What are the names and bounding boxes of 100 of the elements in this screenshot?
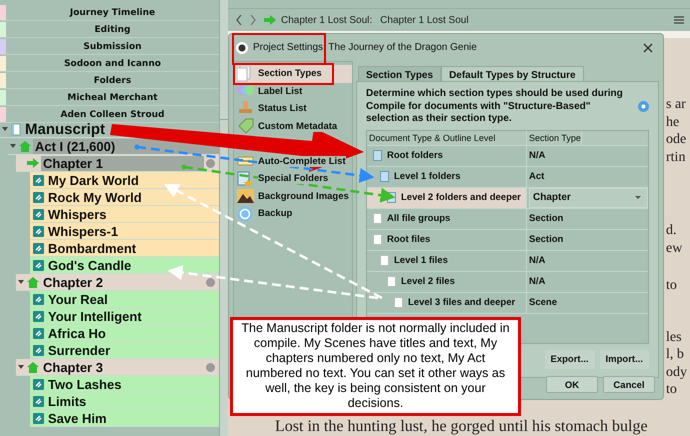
binder-item[interactable]: Chapter 2	[16, 274, 219, 291]
settings-nav-item[interactable]: Auto-Complete List	[234, 152, 352, 170]
scrollbar[interactable]	[219, 0, 228, 119]
binder-item[interactable]: Limits	[30, 393, 219, 410]
binder-item[interactable]: My Dark World	[30, 172, 219, 189]
status-dot-icon	[206, 362, 215, 372]
collection-item[interactable]: Micheal Merchant	[0, 90, 219, 106]
panel-button[interactable]: Export...	[544, 350, 595, 368]
table-cell[interactable]: Level 2 files	[367, 272, 527, 292]
text-line: Lost in the hunting lust, he gorged until his stomach bulge	[275, 418, 649, 434]
binder-item[interactable]: Rock My World	[30, 189, 219, 206]
text-line: to	[666, 381, 678, 398]
binder-item[interactable]: Bombardment	[30, 240, 219, 257]
binder-item[interactable]: Chapter 3	[16, 359, 219, 376]
text-line: rtin	[666, 148, 686, 166]
close-icon	[643, 42, 653, 52]
document-title[interactable]: Chapter 1 Lost Soul	[380, 14, 469, 26]
collection-label: Micheal Merchant	[66, 92, 159, 102]
scrollbar[interactable]	[219, 120, 228, 436]
app-logo-icon	[236, 42, 248, 54]
binder-item[interactable]: Surrender	[30, 342, 219, 359]
table-cell-text: N/A	[528, 149, 546, 163]
binder-item[interactable]: Save Him	[30, 410, 219, 427]
forward-icon	[250, 15, 256, 25]
dialog-button[interactable]: Cancel	[603, 376, 655, 393]
tab[interactable]: Section Types	[358, 66, 442, 81]
table-cell-text: N/A	[528, 254, 546, 268]
settings-nav-item[interactable]: Status List	[234, 100, 352, 118]
binder-item[interactable]: Chapter 1	[16, 155, 219, 172]
table-cell-text: Section	[528, 233, 564, 247]
table-cell-text: Scene	[528, 296, 558, 310]
document-icon	[373, 213, 382, 224]
scene-icon	[33, 396, 44, 406]
caret-icon	[635, 196, 641, 199]
collection-item[interactable]: Submission	[0, 39, 219, 55]
tag-icon	[237, 118, 254, 134]
binder-item[interactable]: God's Candle	[30, 257, 219, 274]
settings-nav-item[interactable]: Backup	[234, 205, 352, 222]
scene-icon	[33, 412, 44, 424]
column-header[interactable]: Section Type	[527, 130, 582, 144]
collection-item[interactable]: Journey Timeline	[0, 5, 219, 21]
status-dot-icon	[206, 278, 215, 286]
table-cell[interactable]: Level 3 files and deeper	[367, 292, 527, 312]
annotation-note: The Manuscript folder is not normally included in compile. My Scenes have titles and text, My chapters numbered only no text, My Act numbered no text. You can set it other ways as well, the key is being consistent on your decisions.	[230, 317, 521, 416]
collection-item[interactable]: Sodoon and Icanno	[0, 56, 219, 72]
table-cell[interactable]: Level 1 files	[367, 250, 527, 270]
status-dot-icon	[206, 158, 215, 168]
scene-icon	[33, 260, 44, 270]
text-line: ody	[666, 364, 687, 381]
binder-item[interactable]: Your Intelligent	[30, 308, 219, 325]
table-cell[interactable]: Root folders	[367, 146, 527, 166]
settings-nav-item[interactable]: Label List	[234, 82, 352, 100]
panel-button[interactable]: Import...	[600, 350, 649, 368]
collection-label: Sodoon and Icanno	[63, 58, 162, 68]
scene-icon	[33, 328, 44, 338]
table-cell[interactable]: Level 2 folders and deeper	[367, 188, 527, 208]
collection-item[interactable]: Folders	[0, 73, 219, 89]
table-cell[interactable]: All file groups	[367, 208, 527, 228]
menu-icon	[674, 16, 684, 24]
collection-item[interactable]: Aden Colleen Stroud	[0, 107, 219, 123]
table-cell-text: N/A	[528, 275, 546, 289]
column-header[interactable]: Document Type & Outline Level	[367, 130, 527, 144]
house-icon	[27, 362, 39, 372]
document-icon	[373, 234, 382, 245]
scene-icon	[33, 310, 44, 322]
settings-nav-item[interactable]: Special Folders	[234, 170, 352, 188]
collection-item[interactable]: Editing	[0, 22, 219, 38]
collection-label: Journey Timeline	[68, 8, 156, 18]
collection-label: Folders	[92, 76, 132, 86]
document-icon	[373, 150, 382, 161]
folder-star-icon	[237, 170, 254, 187]
scene-icon	[33, 378, 44, 390]
scene-icon	[33, 344, 44, 356]
collection-label: Submission	[82, 42, 143, 52]
dialog-button[interactable]: OK	[546, 376, 598, 393]
tab[interactable]: Default Types by Structure	[441, 66, 584, 81]
section-type-dropdown[interactable]: Chapter	[529, 188, 648, 208]
settings-nav-item[interactable]: Section Types	[234, 65, 352, 82]
binder-item[interactable]: Your Real	[30, 291, 219, 308]
dialog-title: Project Settings: The Journey of the Dragon Genie	[253, 42, 477, 53]
table-cell-text: Section	[528, 212, 564, 226]
text-line: he	[666, 114, 680, 131]
binder-item[interactable]: Whispers	[30, 206, 219, 223]
landscape-icon	[237, 188, 254, 204]
collection-label: Editing	[94, 24, 132, 34]
text-line: les	[666, 328, 683, 346]
table-cell[interactable]: Level 1 folders	[367, 166, 527, 186]
document-icon	[394, 297, 403, 308]
house-icon	[19, 140, 31, 152]
binder-item[interactable]: Two Lashes	[30, 376, 219, 393]
house-icon	[27, 276, 39, 288]
scene-icon	[33, 174, 44, 186]
description-text: Determine which section types should be used during Compile for documents with "Structure-Based" selection as their section type.	[366, 88, 624, 126]
binder-item[interactable]: Whispers-1	[30, 223, 219, 240]
text-line: ode	[666, 131, 687, 148]
text-line: to	[666, 277, 678, 294]
table-cell[interactable]: Root files	[367, 230, 527, 250]
binder-item[interactable]: Africa Ho	[30, 325, 219, 342]
settings-nav-item[interactable]: Custom Metadata	[234, 118, 352, 135]
collection-label: Aden Colleen Stroud	[59, 110, 166, 120]
